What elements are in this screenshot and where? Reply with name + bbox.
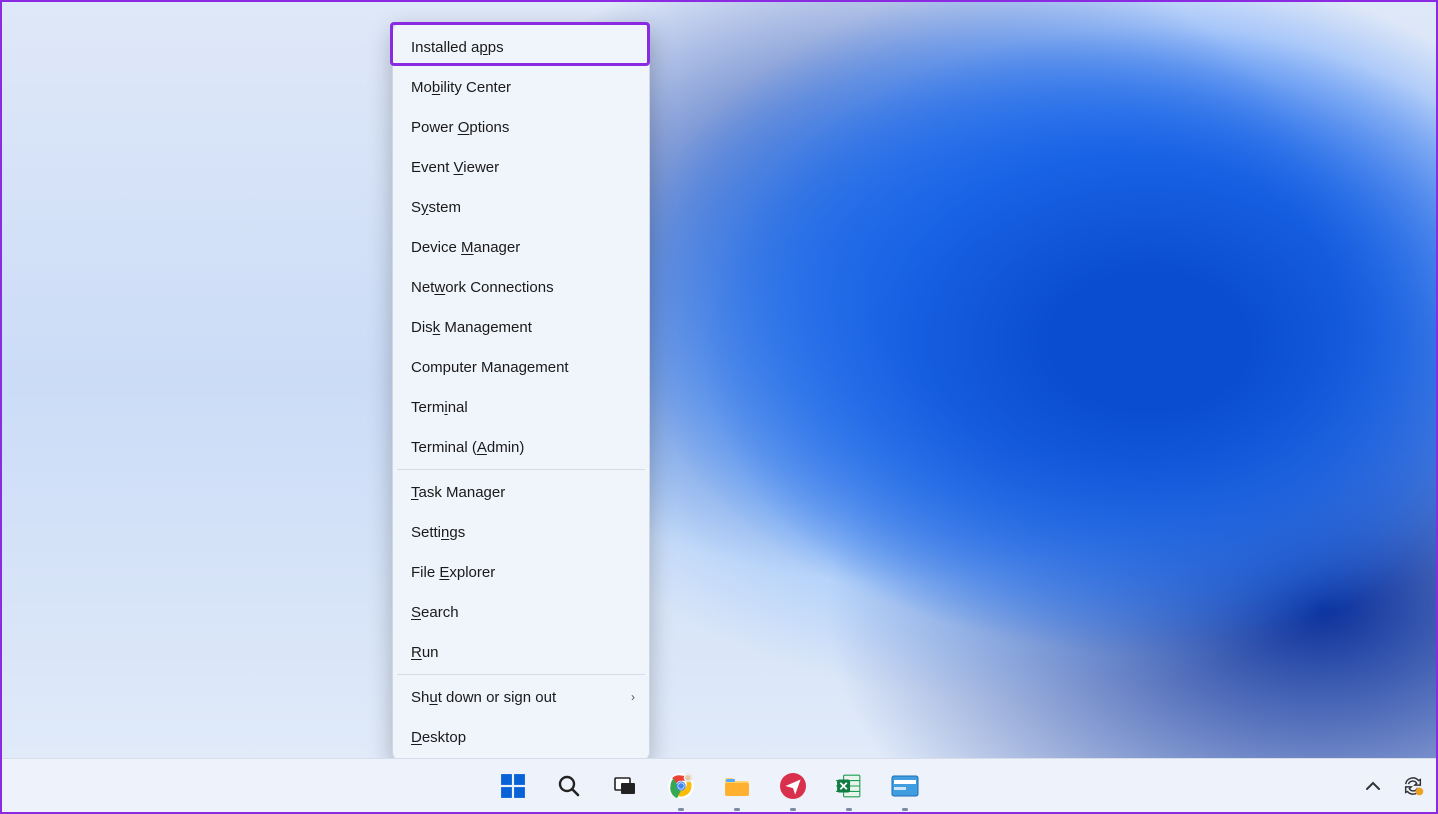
menu-item-label: Disk Management: [411, 319, 532, 336]
menu-item-label: Desktop: [411, 729, 466, 746]
menu-item-terminal[interactable]: Terminal: [393, 387, 649, 427]
chevron-up-icon: [1366, 781, 1380, 791]
menu-item-label: Terminal: [411, 399, 468, 416]
menu-item-system[interactable]: System: [393, 187, 649, 227]
menu-item-label: Power Options: [411, 119, 509, 136]
menu-item-mobility-center[interactable]: Mobility Center: [393, 67, 649, 107]
desktop-wallpaper[interactable]: [2, 2, 1436, 758]
tray-overflow-button[interactable]: [1356, 772, 1390, 800]
menu-item-label: Network Connections: [411, 279, 554, 296]
start-button[interactable]: [492, 765, 534, 807]
menu-item-task-manager[interactable]: Task Manager: [393, 472, 649, 512]
menu-item-label: Run: [411, 644, 439, 661]
start-context-menu: Installed apps Mobility Center Power Optio…: [392, 22, 650, 762]
menu-item-settings[interactable]: Settings: [393, 512, 649, 552]
run-icon: [891, 775, 919, 797]
chrome-app[interactable]: [660, 765, 702, 807]
menu-item-label: Settings: [411, 524, 465, 541]
onedrive-status-button[interactable]: [1400, 773, 1426, 799]
run-app[interactable]: [884, 765, 926, 807]
task-view-icon: [613, 774, 637, 798]
sync-icon: [1402, 775, 1424, 797]
excel-icon: [836, 773, 862, 799]
menu-item-label: File Explorer: [411, 564, 495, 581]
menu-item-label: Terminal (Admin): [411, 439, 524, 456]
send-icon: [780, 773, 806, 799]
menu-item-label: Computer Management: [411, 359, 569, 376]
menu-separator: [397, 674, 645, 675]
menu-item-label: Device Manager: [411, 239, 520, 256]
menu-item-event-viewer[interactable]: Event Viewer: [393, 147, 649, 187]
task-view-button[interactable]: [604, 765, 646, 807]
menu-item-run[interactable]: Run: [393, 632, 649, 672]
menu-item-search[interactable]: Search: [393, 592, 649, 632]
menu-separator: [397, 469, 645, 470]
zoho-app[interactable]: [772, 765, 814, 807]
menu-item-power-options[interactable]: Power Options: [393, 107, 649, 147]
menu-item-desktop[interactable]: Desktop: [393, 717, 649, 757]
menu-item-label: Search: [411, 604, 459, 621]
chevron-right-icon: ›: [631, 690, 635, 704]
excel-app[interactable]: [828, 765, 870, 807]
menu-item-label: Event Viewer: [411, 159, 499, 176]
explorer-app[interactable]: [716, 765, 758, 807]
menu-item-disk-management[interactable]: Disk Management: [393, 307, 649, 347]
chrome-icon: [667, 772, 695, 800]
menu-item-file-explorer[interactable]: File Explorer: [393, 552, 649, 592]
menu-item-label: System: [411, 199, 461, 216]
folder-icon: [723, 774, 751, 798]
menu-item-computer-management[interactable]: Computer Management: [393, 347, 649, 387]
system-tray: [1356, 772, 1426, 800]
search-button[interactable]: [548, 765, 590, 807]
menu-item-shut-down-or-sign-out[interactable]: Shut down or sign out ›: [393, 677, 649, 717]
menu-item-label: Shut down or sign out: [411, 689, 556, 706]
menu-item-device-manager[interactable]: Device Manager: [393, 227, 649, 267]
menu-item-network-connections[interactable]: Network Connections: [393, 267, 649, 307]
menu-item-label: Task Manager: [411, 484, 505, 501]
menu-item-terminal-admin[interactable]: Terminal (Admin): [393, 427, 649, 467]
menu-item-installed-apps[interactable]: Installed apps: [393, 27, 649, 67]
search-icon: [557, 774, 581, 798]
menu-item-label: Mobility Center: [411, 79, 511, 96]
taskbar: [2, 758, 1436, 812]
menu-item-label: Installed apps: [411, 39, 504, 56]
taskbar-center: [492, 765, 926, 807]
